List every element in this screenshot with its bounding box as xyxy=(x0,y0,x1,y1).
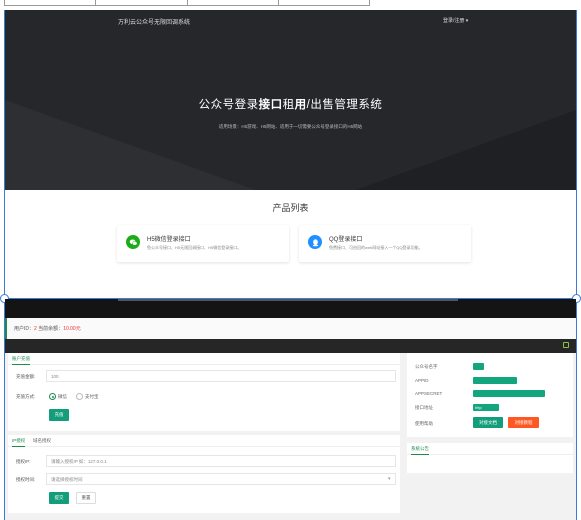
api-info-panel: 公众号名字 APPID APPSECRET 接口地址 http 使用帮助 对接文… xyxy=(407,353,573,437)
product-card-desc: 免公众号接口、H5无限回调接口、H5微信登录接口。 xyxy=(147,245,242,250)
account-balance-bar: 用户ID：2 当前余额：10.00元 xyxy=(5,318,576,339)
api-doc-button[interactable]: 对接文档 xyxy=(473,417,503,428)
ip-label: 授权IP: xyxy=(16,459,31,464)
info-label-appsecret: APPSECRET xyxy=(415,391,443,396)
api-tutorial-button[interactable]: 对接教程 xyxy=(508,417,539,428)
radio-label: 微信 xyxy=(58,394,67,399)
tab-domain-auth[interactable]: 域名授权 xyxy=(33,438,51,444)
qq-icon xyxy=(308,235,322,249)
tab-ip-auth[interactable]: IP授权 xyxy=(12,438,26,447)
strip-cell xyxy=(96,0,188,5)
api-url-value: http xyxy=(473,404,499,411)
auth-tabbar: IP授权 域名授权 xyxy=(8,435,400,447)
submit-button[interactable]: 提交 xyxy=(49,492,69,504)
site-brand[interactable]: 万利云公众号无限回调系统 xyxy=(118,17,190,26)
info-label-name: 公众号名字 xyxy=(415,364,438,369)
info-label-api-url: 接口地址 xyxy=(415,405,433,410)
dashboard-toolbar xyxy=(5,339,576,353)
radio-alipay[interactable] xyxy=(76,393,83,400)
band-bar xyxy=(118,299,458,301)
tab-system-notice[interactable]: 系统公告 xyxy=(411,446,429,455)
recharge-tabbar: 账户充值 xyxy=(8,353,400,365)
notice-tabbar: 系统公告 xyxy=(407,443,573,455)
info-label-help: 使用帮助 xyxy=(415,421,433,426)
hero-subtitle: 适用场景：H5游戏、H5网站、适用于一切需要公众号登录接口的H5网站 xyxy=(218,124,363,129)
wechat-icon xyxy=(126,235,140,249)
radio-wechat[interactable] xyxy=(49,393,56,400)
products-heading: 产品列表 xyxy=(272,203,309,213)
tab-recharge[interactable]: 账户充值 xyxy=(12,356,30,365)
time-select[interactable]: 请选择授权时间 xyxy=(46,473,396,485)
time-label: 授权时间: xyxy=(16,477,36,482)
auth-panel: IP授权 域名授权 授权IP: 请输入授权IP 如：127.0.0.1 授权时间… xyxy=(8,435,400,513)
chevron-down-icon: ▾ xyxy=(388,476,391,482)
hero-decor-shape xyxy=(356,110,576,190)
redacted-value xyxy=(473,363,484,370)
amount-input[interactable]: 100 xyxy=(46,370,396,382)
recharge-button[interactable]: 充值 xyxy=(49,409,69,421)
login-register-menu[interactable]: 登录/注册 ▾ xyxy=(443,17,468,24)
product-card-wechat[interactable]: H5微信登录接口 免公众号接口、H5无限回调接口、H5微信登录接口。 xyxy=(117,225,289,262)
hero-decor-shape xyxy=(5,100,255,190)
ip-input[interactable]: 请输入授权IP 如：127.0.0.1 xyxy=(46,455,396,467)
strip-cell xyxy=(5,0,97,5)
redacted-value xyxy=(473,377,517,384)
amount-label: 充值金额: xyxy=(16,374,36,379)
strip-cell xyxy=(279,0,369,5)
radio-label: 支付宝 xyxy=(85,394,99,399)
product-card-desc: 免费接口、可由回的web网站接入一个QQ登录功能。 xyxy=(329,245,423,250)
reset-button[interactable]: 重置 xyxy=(76,492,96,504)
hero-title: 公众号登录接口租用/出售管理系统 xyxy=(198,99,383,111)
top-table-strip xyxy=(4,0,370,6)
product-card-title: QQ登录接口 xyxy=(329,237,363,243)
dashboard-content: 账户充值 充值金额: 100 充值方式: 微信 支付宝 充值 IP授权 域名授权… xyxy=(5,353,576,520)
strip-cell xyxy=(188,0,279,5)
redacted-value xyxy=(473,390,545,397)
system-notice-panel: 系统公告 xyxy=(407,443,573,473)
recharge-panel: 账户充值 充值金额: 100 充值方式: 微信 支付宝 充值 xyxy=(8,353,400,431)
product-card-qq[interactable]: QQ登录接口 免费接口、可由回的web网站接入一个QQ登录功能。 xyxy=(299,225,471,262)
product-card-title: H5微信登录接口 xyxy=(147,237,191,243)
account-balance-text: 用户ID：2 当前余额：10.00元 xyxy=(14,326,81,332)
info-label-appid: APPID xyxy=(415,378,429,383)
hero-banner: 万利云公众号无限回调系统 登录/注册 ▾ 公众号登录接口租用/出售管理系统 适用… xyxy=(5,10,576,190)
dashboard-top-band xyxy=(5,299,576,318)
method-label: 充值方式: xyxy=(16,394,36,399)
cart-icon[interactable] xyxy=(563,342,569,348)
